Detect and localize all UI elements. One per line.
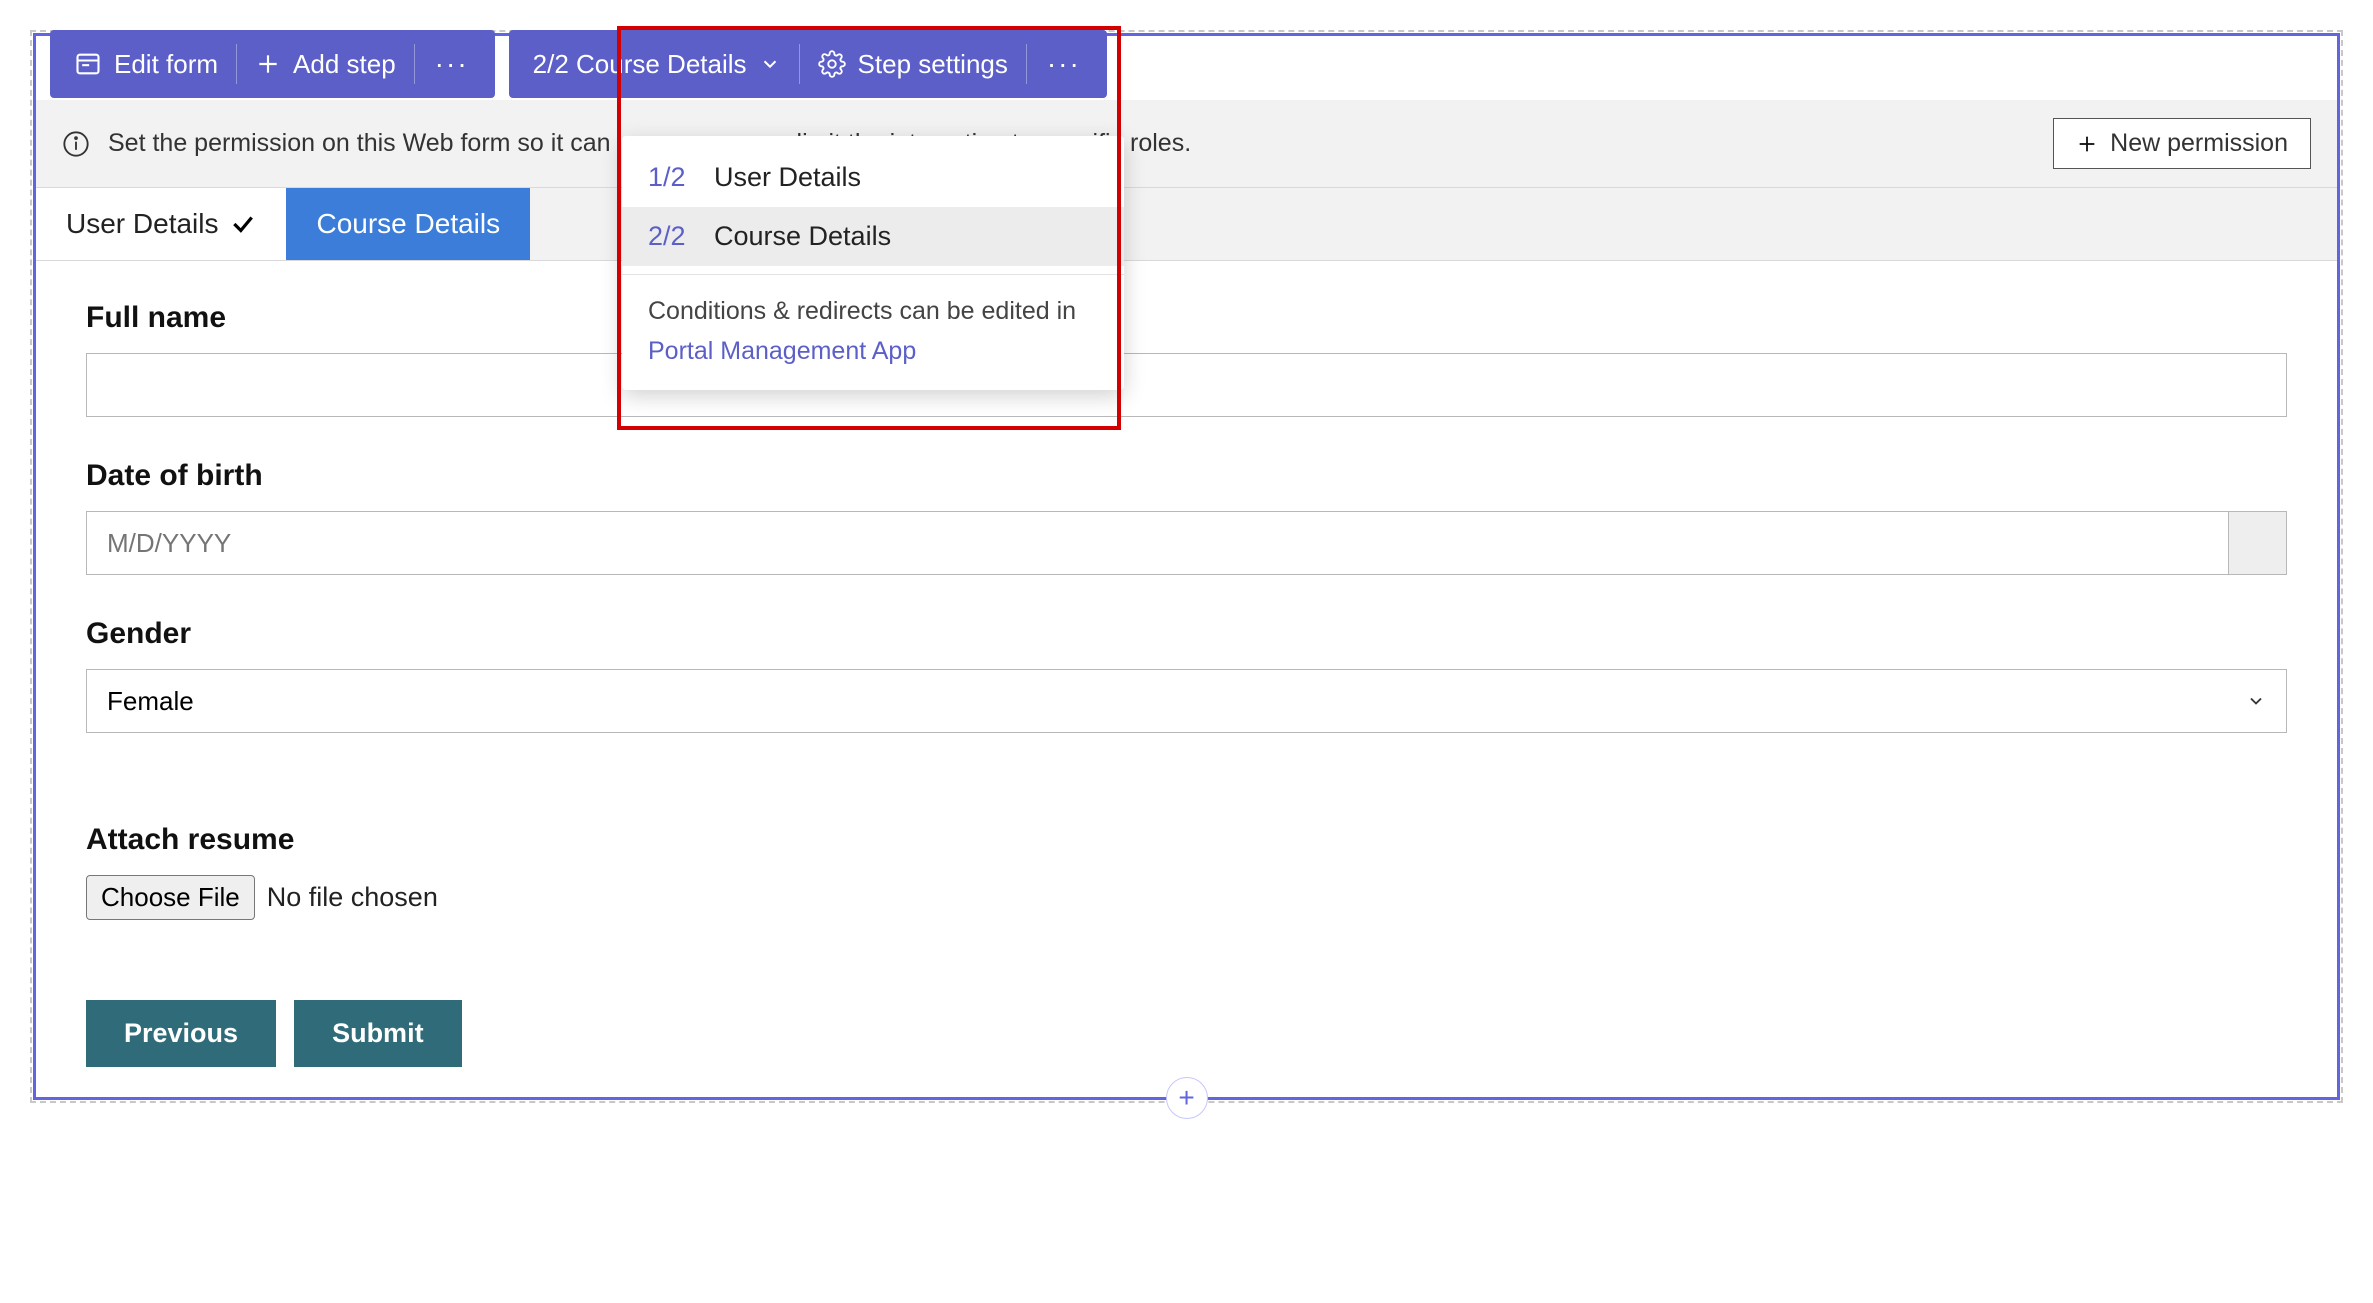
- dropdown-item-label: User Details: [714, 162, 861, 193]
- dropdown-item-user-details[interactable]: 1/2 User Details: [622, 148, 1124, 207]
- form-area: Full name Date of birth Gender Female: [36, 261, 2337, 1097]
- chevron-down-icon: [2246, 691, 2266, 711]
- previous-button[interactable]: Previous: [86, 1000, 276, 1067]
- tab-label: Course Details: [316, 208, 500, 240]
- gender-label: Gender: [86, 617, 2287, 651]
- dropdown-item-course-details[interactable]: 2/2 Course Details: [622, 207, 1124, 266]
- chevron-down-icon: [759, 53, 781, 75]
- info-icon: [62, 130, 90, 158]
- dropdown-item-label: Course Details: [714, 221, 891, 252]
- dropdown-item-number: 1/2: [648, 162, 692, 193]
- permission-bar: Set the permission on this Web form so i…: [36, 100, 2337, 188]
- full-name-label: Full name: [86, 301, 2287, 335]
- step-settings-button[interactable]: Step settings: [800, 38, 1026, 90]
- submit-button[interactable]: Submit: [294, 1000, 462, 1067]
- field-attach-resume: Attach resume Choose File No file chosen: [86, 823, 2287, 920]
- ellipsis-icon: ···: [435, 48, 469, 80]
- dropdown-footer: Conditions & redirects can be edited in …: [622, 293, 1124, 370]
- field-full-name: Full name: [86, 301, 2287, 417]
- edit-form-label: Edit form: [114, 49, 218, 80]
- dropdown-footer-text: Conditions & redirects can be edited in: [648, 297, 1076, 325]
- gender-value: Female: [107, 686, 194, 717]
- step-more-actions-button[interactable]: ···: [1027, 38, 1101, 90]
- choose-file-button[interactable]: Choose File: [86, 875, 255, 920]
- form-canvas: Set the permission on this Web form so i…: [33, 33, 2340, 1100]
- tab-user-details[interactable]: User Details: [36, 188, 286, 260]
- gender-select[interactable]: Female: [86, 669, 2287, 733]
- dob-picker-button[interactable]: [2229, 511, 2287, 575]
- field-date-of-birth: Date of birth: [86, 459, 2287, 575]
- add-step-label: Add step: [293, 49, 396, 80]
- toolbar-group-step: 2/2 Course Details Step settings ···: [509, 30, 1107, 98]
- step-picker-button[interactable]: 2/2 Course Details: [515, 38, 799, 90]
- full-name-input[interactable]: [86, 353, 2287, 417]
- plus-icon: +: [1178, 1082, 1194, 1114]
- field-gender: Gender Female: [86, 617, 2287, 733]
- form-icon: [74, 50, 102, 78]
- edit-form-button[interactable]: Edit form: [56, 38, 236, 90]
- check-icon: [230, 211, 256, 237]
- ellipsis-icon: ···: [1047, 48, 1081, 80]
- permission-message-before: Set the permission on this Web form so i…: [108, 129, 611, 158]
- add-section-handle[interactable]: +: [1166, 1077, 1208, 1119]
- canvas-outline: Edit form Add step ··· 2/2 Course Detail…: [30, 30, 2343, 1103]
- toolbar: Edit form Add step ··· 2/2 Course Detail…: [50, 30, 1107, 98]
- dob-input[interactable]: [86, 511, 2229, 575]
- portal-management-link[interactable]: Portal Management App: [648, 333, 1098, 371]
- step-settings-label: Step settings: [858, 49, 1008, 80]
- action-buttons: Previous Submit: [86, 1000, 2287, 1067]
- attach-label: Attach resume: [86, 823, 2287, 857]
- new-permission-label: New permission: [2110, 129, 2288, 158]
- dropdown-divider: [622, 274, 1124, 275]
- step-picker-label: 2/2 Course Details: [533, 49, 747, 80]
- toolbar-group-form: Edit form Add step ···: [50, 30, 495, 98]
- more-actions-button[interactable]: ···: [415, 38, 489, 90]
- plus-icon: [2076, 133, 2098, 155]
- step-dropdown: 1/2 User Details 2/2 Course Details Cond…: [622, 136, 1124, 390]
- tab-course-details[interactable]: Course Details: [286, 188, 530, 260]
- new-permission-button[interactable]: New permission: [2053, 118, 2311, 169]
- add-step-button[interactable]: Add step: [237, 38, 414, 90]
- dob-label: Date of birth: [86, 459, 2287, 493]
- file-status-text: No file chosen: [267, 882, 438, 913]
- plus-icon: [255, 51, 281, 77]
- gear-icon: [818, 50, 846, 78]
- tab-label: User Details: [66, 208, 218, 240]
- dropdown-item-number: 2/2: [648, 221, 692, 252]
- tabs-row: User Details Course Details: [36, 188, 2337, 261]
